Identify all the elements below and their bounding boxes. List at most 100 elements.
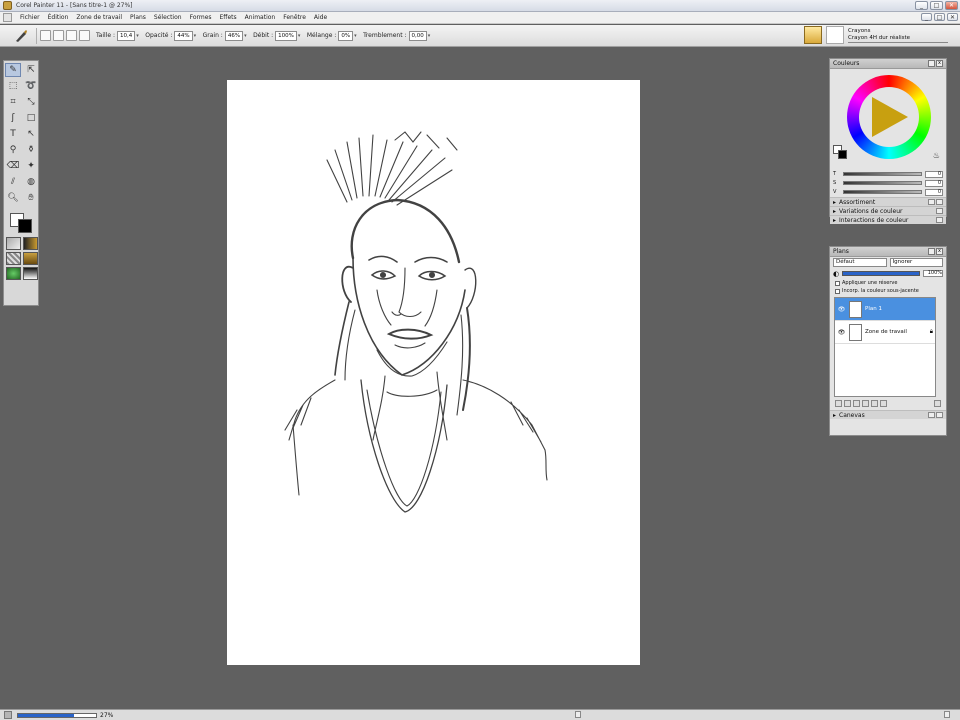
layer-item[interactable]: 👁︎ Zone de travail 🔒︎ — [835, 321, 935, 344]
color-interactions-header[interactable]: ▸ Interactions de couleur — [830, 215, 946, 224]
look-selector-icon[interactable] — [23, 267, 38, 280]
panel-close-icon[interactable]: x — [936, 60, 943, 67]
gradient-selector-icon[interactable] — [23, 237, 38, 250]
pick-up-option[interactable]: Appliquer une réserve — [830, 279, 946, 287]
lock-button[interactable] — [79, 30, 90, 41]
paint-bucket-icon[interactable]: ⚱ — [23, 143, 39, 157]
grain-spinner[interactable]: ▾ — [244, 31, 249, 41]
menu-help[interactable]: Aide — [310, 14, 331, 21]
dynamic-plugins-icon[interactable] — [844, 400, 851, 407]
panel-menu-icon[interactable] — [928, 199, 935, 205]
mirror-icon[interactable]: ⫽ — [5, 175, 21, 189]
doc-close-button[interactable]: ✕ — [947, 13, 958, 21]
flow-spinner[interactable]: ▾ — [298, 31, 303, 41]
magnifier-icon[interactable]: 🔍︎ — [5, 191, 21, 205]
document-icon[interactable] — [3, 13, 12, 22]
preserve-checkbox[interactable] — [835, 288, 840, 294]
value-value[interactable]: 0 — [925, 188, 943, 196]
stamp-icon[interactable]: ✦ — [23, 159, 39, 173]
eraser-icon[interactable]: ⌫ — [5, 159, 21, 173]
menu-file[interactable]: Fichier — [16, 14, 44, 21]
transform-icon[interactable]: ⤡ — [23, 95, 39, 109]
brush-variant-preview[interactable] — [826, 26, 844, 44]
panel-menu-icon[interactable] — [936, 217, 943, 223]
home-icon[interactable] — [4, 711, 12, 719]
weaving-selector-icon[interactable] — [23, 252, 38, 265]
new-group-icon[interactable] — [853, 400, 860, 407]
panel-close-icon[interactable] — [936, 199, 943, 205]
additional-color-swatch[interactable] — [18, 219, 32, 233]
saturation-slider[interactable] — [843, 181, 922, 185]
grabber-hand-icon[interactable]: ✋︎ — [23, 191, 39, 205]
pen-icon[interactable]: ʃ — [5, 111, 21, 125]
text-icon[interactable]: T — [5, 127, 21, 141]
layers-panel-header[interactable]: Plans x — [830, 247, 946, 257]
panel-menu-icon[interactable] — [928, 248, 935, 255]
visibility-eye-icon[interactable]: 👁︎ — [837, 329, 846, 336]
dab-type-button[interactable] — [53, 30, 64, 41]
menu-shapes[interactable]: Formes — [186, 14, 216, 21]
menu-effects[interactable]: Effets — [216, 14, 241, 21]
colors-panel-header[interactable]: Couleurs x — [830, 59, 946, 69]
panel-menu-icon[interactable] — [936, 208, 943, 214]
saturation-value-triangle[interactable] — [872, 97, 908, 137]
panel-close-icon[interactable] — [936, 412, 943, 418]
painter-app-icon[interactable] — [3, 1, 12, 10]
opacity-spinner[interactable]: ▾ — [194, 31, 199, 41]
panel-close-icon[interactable]: x — [936, 248, 943, 255]
zoom-level[interactable]: 27% — [100, 712, 113, 719]
paper-selector-icon[interactable] — [6, 237, 21, 250]
close-button[interactable]: ✕ — [945, 1, 958, 10]
layer-commands-icon[interactable] — [835, 400, 842, 407]
additional-color-mini-swatch[interactable] — [838, 150, 847, 159]
menu-select[interactable]: Sélection — [150, 14, 186, 21]
stroke-type-button[interactable] — [66, 30, 77, 41]
layer-adjuster-icon[interactable]: ⇱ — [23, 63, 39, 77]
divine-proportion-icon[interactable]: ◍ — [23, 175, 39, 189]
mix-spinner[interactable]: ▾ — [354, 31, 359, 41]
eyedropper-icon[interactable]: ♨ — [933, 151, 940, 160]
menu-canvas[interactable]: Zone de travail — [72, 14, 126, 21]
dropper-icon[interactable]: ⚲ — [5, 143, 21, 157]
color-variability-header[interactable]: ▸ Variations de couleur — [830, 206, 946, 215]
brush-tool-icon[interactable] — [12, 28, 30, 44]
reset-tool-button[interactable] — [40, 30, 51, 41]
jitter-field[interactable]: 0,00 — [408, 30, 427, 41]
size-field[interactable]: 10,4 — [116, 30, 136, 41]
visibility-eye-icon[interactable]: 👁︎ — [837, 306, 846, 313]
hue-slider[interactable] — [843, 172, 922, 176]
maximize-button[interactable]: □ — [930, 1, 943, 10]
menu-layers[interactable]: Plans — [126, 14, 150, 21]
brush-tool-icon[interactable]: ✎ — [5, 63, 21, 77]
horizontal-scroll-thumb[interactable] — [575, 711, 581, 718]
zoom-slider[interactable] — [17, 712, 97, 718]
mixer-panel-header[interactable]: ▸ Assortiment — [830, 197, 946, 206]
menu-edit[interactable]: Édition — [44, 14, 73, 21]
layer-opacity-value[interactable]: 100% — [923, 270, 943, 277]
new-watercolor-layer-icon[interactable] — [880, 400, 887, 407]
jitter-spinner[interactable]: ▾ — [428, 31, 433, 41]
crop-icon[interactable]: ⌗ — [5, 95, 21, 109]
shape-select-icon[interactable]: ↖ — [23, 127, 39, 141]
panel-menu-icon[interactable] — [928, 412, 935, 418]
pick-up-checkbox[interactable] — [835, 280, 840, 286]
layer-mask-icon[interactable] — [862, 400, 869, 407]
saturation-value[interactable]: 0 — [925, 179, 943, 187]
new-layer-icon[interactable] — [871, 400, 878, 407]
brush-category-icon[interactable] — [804, 26, 822, 44]
brush-selector-text[interactable]: Crayons Crayon 4H dur réaliste — [848, 28, 948, 43]
mix-field[interactable]: 0% — [338, 30, 354, 41]
flow-field[interactable]: 100% — [275, 30, 297, 41]
lasso-icon[interactable]: ➰ — [23, 79, 39, 93]
drawing-canvas[interactable] — [227, 80, 640, 665]
trash-icon[interactable] — [934, 400, 941, 407]
composite-method-select[interactable]: Défaut — [833, 258, 887, 267]
size-spinner[interactable]: ▾ — [136, 31, 141, 41]
menu-window[interactable]: Fenêtre — [279, 14, 310, 21]
value-slider[interactable] — [843, 190, 922, 194]
nozzle-selector-icon[interactable] — [6, 267, 21, 280]
menu-movie[interactable]: Animation — [241, 14, 280, 21]
rectangle-shape-icon[interactable]: □ — [23, 111, 39, 125]
pattern-selector-icon[interactable] — [6, 252, 21, 265]
preserve-option[interactable]: Incorp. la couleur sous-jacente — [830, 287, 946, 295]
